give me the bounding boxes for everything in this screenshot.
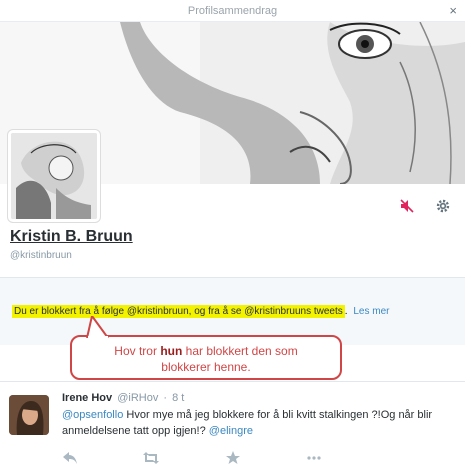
favorite-icon[interactable] xyxy=(225,450,241,466)
tweet-author-avatar[interactable] xyxy=(9,395,49,435)
tweet-text: @opsenfollo Hvor mye må jeg blokkere for… xyxy=(62,409,433,437)
muted-icon[interactable] xyxy=(399,198,415,214)
tweet-author-name[interactable]: Irene Hov xyxy=(62,392,112,404)
callout-line-2: blokkerer henne. xyxy=(161,360,251,374)
tweet-mention[interactable]: @opsenfollo xyxy=(62,409,123,421)
tweet-author-handle[interactable]: @iRHov xyxy=(117,392,158,404)
learn-more-link[interactable]: Les mer xyxy=(353,306,389,317)
tweet-timestamp[interactable]: 8 t xyxy=(172,392,184,404)
profile-full-name[interactable]: Kristin B. Bruun xyxy=(10,228,133,246)
profile-summary-modal: Profilsammendrag × Kristin B. Bruun @kri… xyxy=(0,0,465,471)
modal-title: Profilsammendrag xyxy=(187,5,278,17)
annotation-callout: Hov tror hun har blokkert den som blokke… xyxy=(70,316,342,380)
callout-bold: hun xyxy=(160,344,183,358)
profile-actions xyxy=(399,196,451,216)
close-icon[interactable]: × xyxy=(449,3,457,19)
tweet-actions xyxy=(62,450,322,466)
profile-screen-name[interactable]: @kristinbruun xyxy=(10,250,72,261)
more-icon[interactable] xyxy=(306,450,322,466)
tweet-mention[interactable]: @elingre xyxy=(209,425,253,437)
retweet-icon[interactable] xyxy=(143,450,160,466)
blocked-notice-period: . xyxy=(344,306,348,317)
tweet-header: Irene Hov @iRHov · 8 t xyxy=(62,392,184,404)
tweet-separator: · xyxy=(163,392,168,404)
gear-icon[interactable] xyxy=(435,198,451,214)
tweet-item[interactable]: Irene Hov @iRHov · 8 t @opsenfollo Hvor … xyxy=(0,381,465,471)
callout-pointer xyxy=(86,316,109,338)
blocked-notice-text: Du er blokkert fra å følge @kristinbruun… xyxy=(12,305,345,318)
reply-icon[interactable] xyxy=(62,450,78,466)
callout-line-1: Hov tror hun har blokkert den som xyxy=(114,344,298,358)
modal-header: Profilsammendrag × xyxy=(0,0,465,22)
profile-avatar[interactable] xyxy=(8,130,100,222)
